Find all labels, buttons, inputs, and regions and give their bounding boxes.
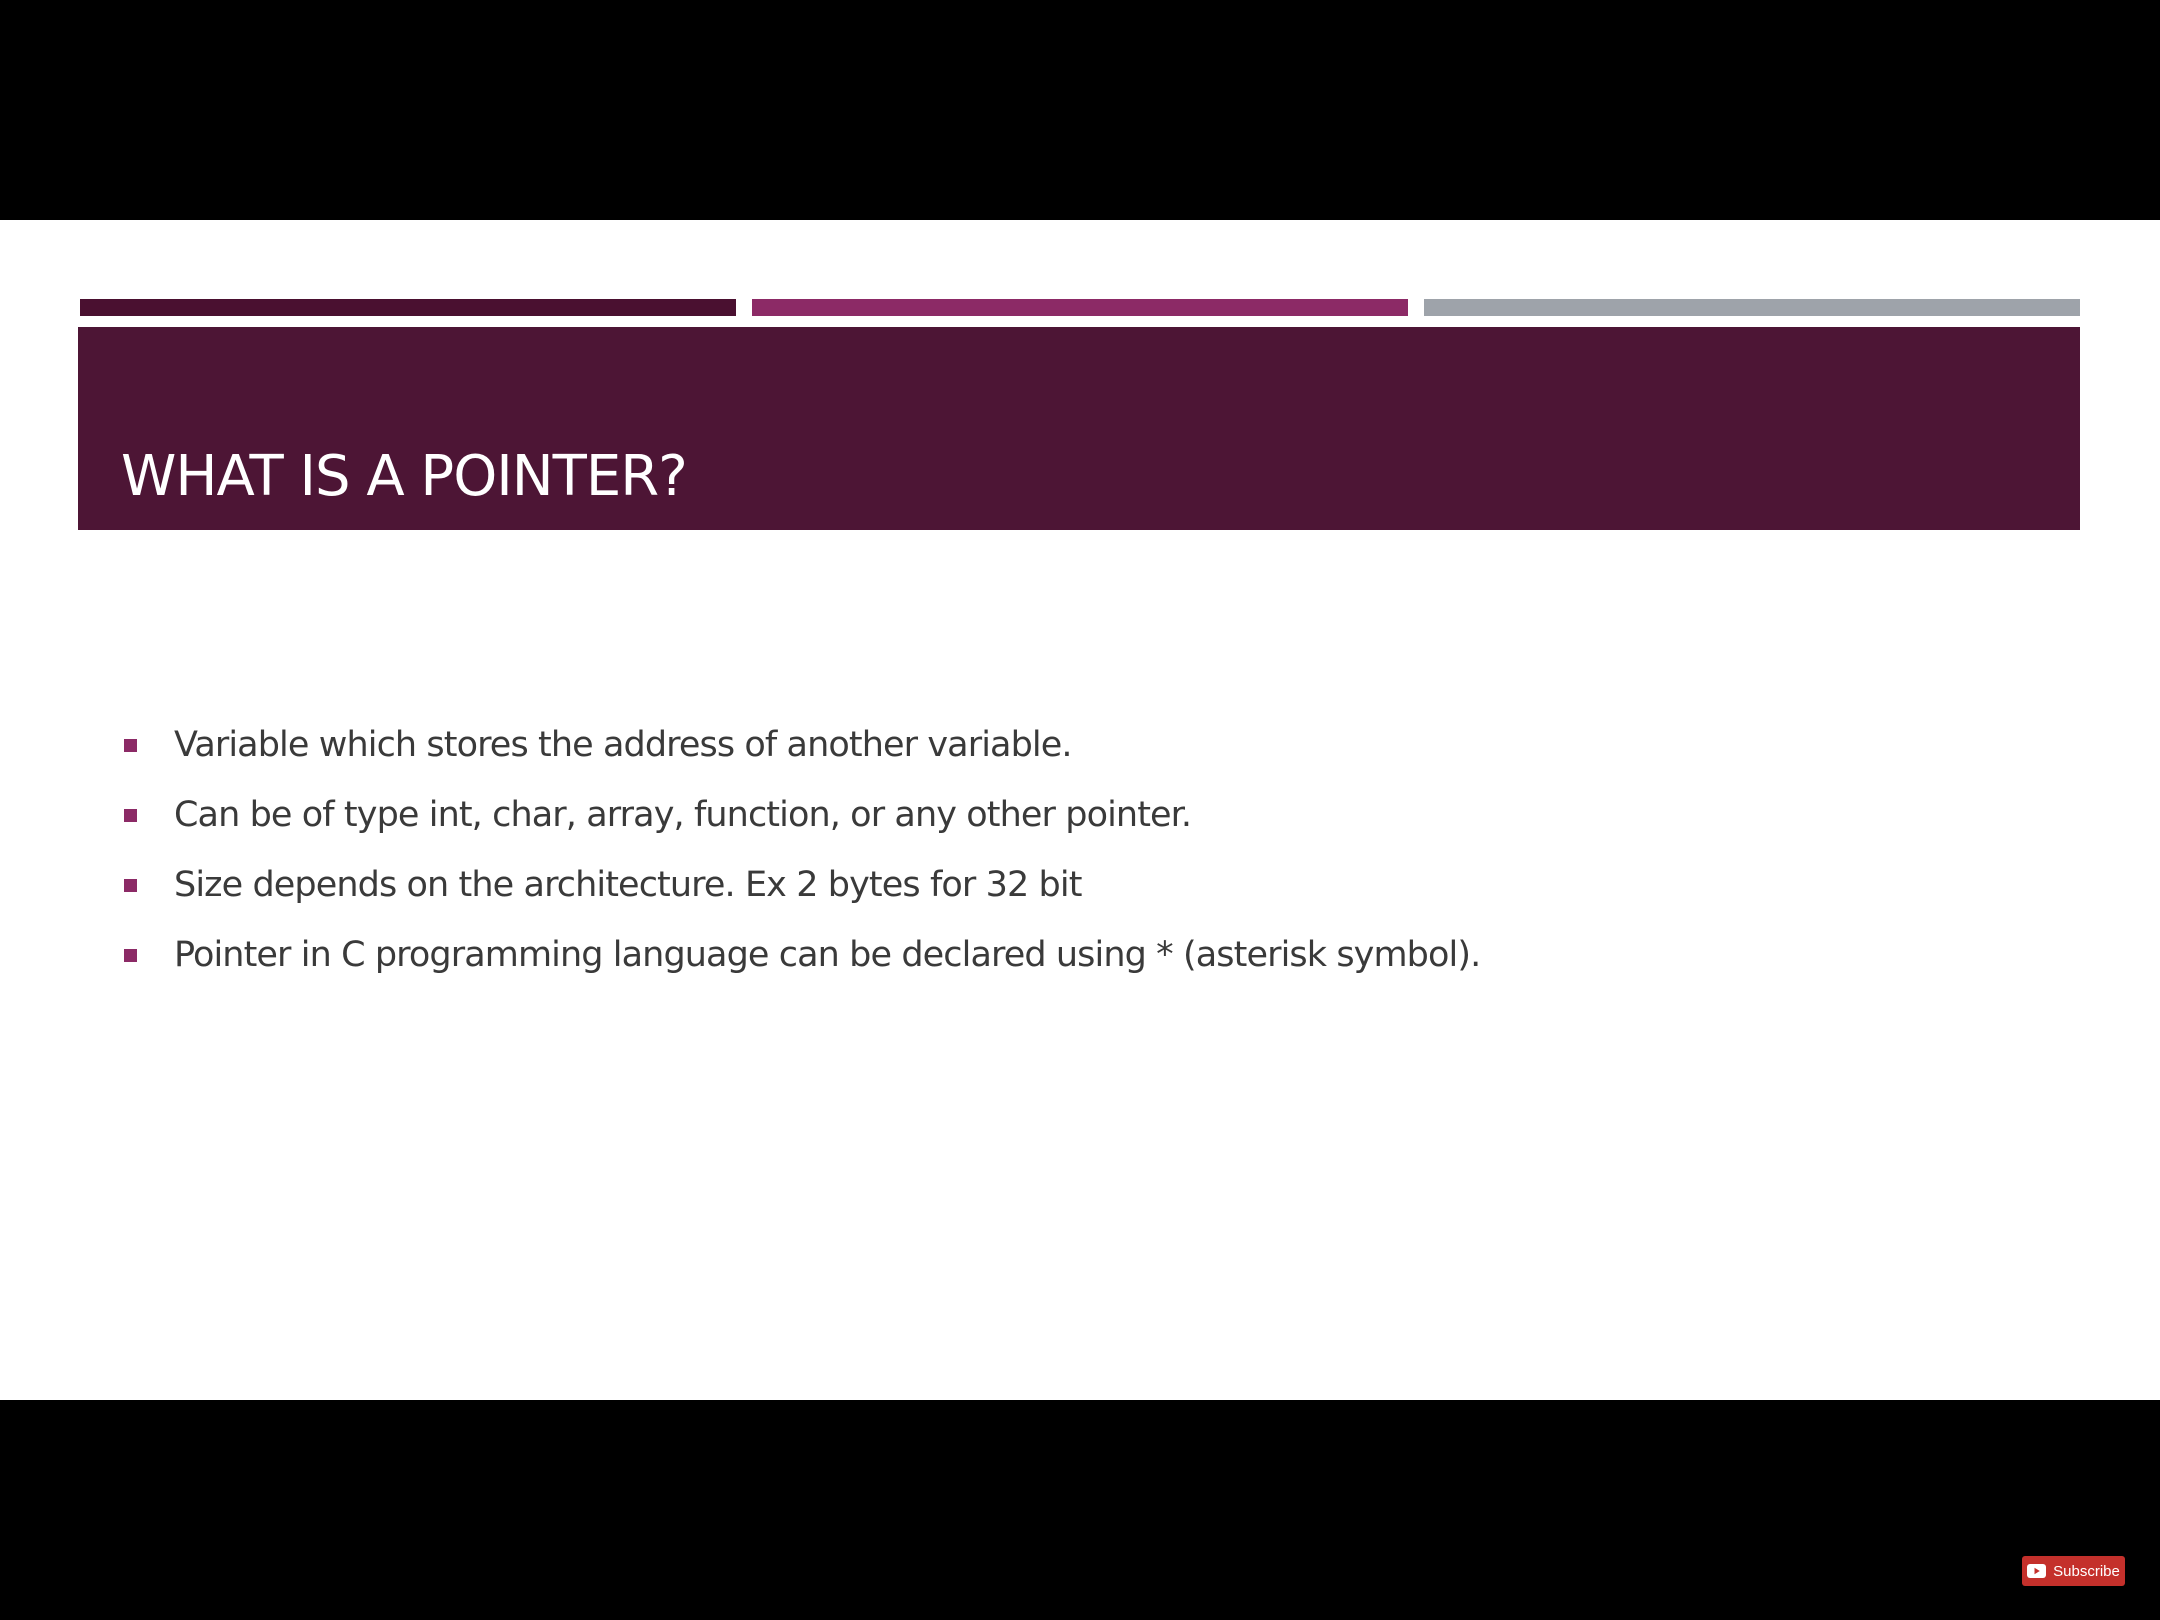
title-band: WHAT IS A POINTER? [78,327,2080,530]
square-bullet-icon [124,878,137,892]
bullet-list: Variable which stores the address of ano… [122,710,1481,990]
accent-bar-gray [1424,299,2080,316]
bullet-text: Pointer in C programming language can be… [174,934,1481,975]
bullet-item: Size depends on the architecture. Ex 2 b… [122,850,1480,920]
bullet-item: Variable which stores the address of ano… [122,710,1480,780]
video-player: WHAT IS A POINTER? Variable which stores… [0,0,2160,1620]
square-bullet-icon [124,808,137,822]
square-bullet-icon [124,738,137,752]
bullet-text: Variable which stores the address of ano… [174,724,1072,765]
accent-bar-magenta [752,299,1408,316]
bullet-text: Can be of type int, char, array, functio… [174,794,1192,835]
bullet-item: Can be of type int, char, array, functio… [122,780,1480,850]
accent-bar-dark [80,299,736,316]
subscribe-label: Subscribe [2053,1562,2120,1580]
square-bullet-icon [124,948,137,962]
slide: WHAT IS A POINTER? Variable which stores… [0,220,2160,1400]
bullet-text: Size depends on the architecture. Ex 2 b… [174,864,1082,905]
bullet-item: Pointer in C programming language can be… [122,920,1481,990]
youtube-play-icon [2027,1564,2047,1578]
subscribe-button[interactable]: Subscribe [2022,1556,2125,1586]
slide-title: WHAT IS A POINTER? [121,444,688,509]
